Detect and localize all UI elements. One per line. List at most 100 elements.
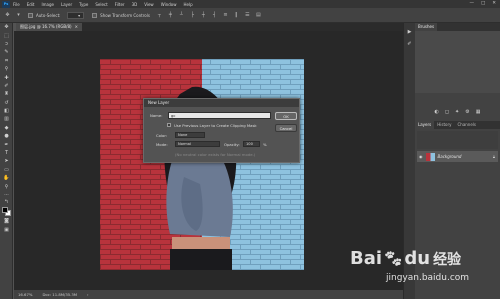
brush-panel-icon[interactable]: ✐ <box>404 41 415 47</box>
menu-filter[interactable]: Filter <box>115 2 125 7</box>
layer-name[interactable]: Background <box>438 154 462 159</box>
opacity-input[interactable]: 100 <box>243 141 260 147</box>
tab-layers[interactable]: Layers <box>415 121 435 129</box>
color-swatches[interactable] <box>0 205 13 217</box>
menu-edit[interactable]: Edit <box>27 2 35 7</box>
document-info: Doc: 11.8M/35.3M <box>42 292 78 297</box>
align-center-icon[interactable]: ┼ <box>200 12 207 18</box>
auto-align-icon[interactable]: ▤ <box>255 12 262 18</box>
menu-image[interactable]: Image <box>41 2 54 7</box>
more-tools-icon[interactable]: ··· <box>0 191 13 199</box>
document-canvas[interactable] <box>100 59 304 270</box>
name-label: Name: <box>150 113 163 118</box>
pen-tool-icon[interactable]: ✒ <box>0 140 13 148</box>
transform-controls-checkbox[interactable] <box>92 12 98 18</box>
fx-icon[interactable]: ⚙ <box>465 109 469 115</box>
distribute-horizontal-icon[interactable]: ‖ <box>233 12 240 18</box>
type-tool-icon[interactable]: T <box>0 149 13 157</box>
cancel-button[interactable]: Cancel <box>275 124 297 132</box>
distribute-icon[interactable]: ≡ <box>222 12 229 18</box>
lasso-tool-icon[interactable]: ↄ <box>0 40 13 48</box>
menu-window[interactable]: Window <box>161 2 177 7</box>
screen-mode-icon[interactable]: ▣ <box>0 226 13 234</box>
dialog-title: New Layer <box>144 99 299 107</box>
foreground-color-swatch[interactable] <box>2 207 8 214</box>
layer-row-background[interactable]: ◉ Background 🔒︎ <box>417 151 498 162</box>
swatch-icon[interactable]: ▦ <box>476 109 481 115</box>
menu-3d[interactable]: 3D <box>132 2 138 7</box>
zoom-level[interactable]: 16.67% <box>18 292 32 297</box>
menu-select[interactable]: Select <box>95 2 107 7</box>
align-bottom-icon[interactable]: ┴ <box>178 12 185 18</box>
eye-icon[interactable]: ◉ <box>419 154 423 159</box>
auto-select-checkbox[interactable] <box>28 12 33 18</box>
eraser-tool-icon[interactable]: ◧ <box>0 107 13 115</box>
minimize-button[interactable]: — <box>469 1 474 6</box>
watermark-url: jingyan.baidu.com <box>386 273 470 283</box>
align-top-icon[interactable]: ┬ <box>156 12 163 18</box>
close-tab-icon[interactable]: × <box>75 23 78 31</box>
maximize-button[interactable]: □ <box>481 1 485 6</box>
hand-tool-icon[interactable]: ✋ <box>0 174 13 182</box>
align-left-icon[interactable]: ├ <box>189 12 196 18</box>
marquee-tool-icon[interactable]: ⬚ <box>0 31 13 39</box>
move-tool-icon[interactable]: ✥ <box>0 23 13 31</box>
auto-select-label: Auto-Select: <box>36 12 61 18</box>
status-bar: 16.67% Doc: 11.8M/35.3M › <box>14 290 403 299</box>
align-middle-icon[interactable]: ╪ <box>167 12 174 18</box>
tab-history[interactable]: History <box>434 121 454 129</box>
blur-tool-icon[interactable]: ◆ <box>0 124 13 132</box>
auto-select-dropdown[interactable]: ▾ <box>66 11 85 19</box>
tools-panel: ✥ ⬚ ↄ ✎ ⌗ ⚲ ✚ ✐ ♜ ↺ ◧ ▥ ◆ ● ✒ T ➤ ▭ ✋ ⚲ … <box>0 23 13 299</box>
play-icon[interactable]: ▶ <box>404 29 415 35</box>
status-arrow-icon[interactable]: › <box>87 292 89 297</box>
align-right-icon[interactable]: ┤ <box>211 12 218 18</box>
menu-bar: Ps File Edit Image Layer Type Select Fil… <box>0 0 500 8</box>
mode-select-value: Normal <box>178 142 192 146</box>
photo-image <box>100 59 304 270</box>
color-select[interactable]: None <box>175 132 205 138</box>
menu-view[interactable]: View <box>144 2 154 7</box>
ok-button[interactable]: OK <box>275 112 297 120</box>
menu-help[interactable]: Help <box>183 2 192 7</box>
stamp-tool-icon[interactable]: ♜ <box>0 90 13 98</box>
adjust-icon[interactable]: ◐ <box>435 109 439 115</box>
shape-tool-icon[interactable]: ▭ <box>0 166 13 174</box>
style-icon[interactable]: ✦ <box>455 109 459 115</box>
layers-controls <box>417 131 498 149</box>
dodge-tool-icon[interactable]: ● <box>0 132 13 140</box>
transform-controls-label: Show Transform Controls <box>100 12 150 18</box>
quick-mask-icon[interactable]: ◙ <box>0 217 13 225</box>
close-button[interactable]: ✕ <box>492 1 496 6</box>
color-select-value: None <box>178 133 188 137</box>
distribute-vertical-icon[interactable]: ☰ <box>244 12 251 18</box>
menu-type[interactable]: Type <box>79 2 88 7</box>
history-brush-icon[interactable]: ↺ <box>0 99 13 107</box>
layers-panel-tabs: Layers History Channels <box>415 121 500 129</box>
neutral-color-hint: (No neutral color exists for Normal mode… <box>175 152 256 157</box>
document-tab[interactable]: 图层.jpg @ 16.7% (RGB/8) × <box>16 23 82 31</box>
options-bar: ✥ ▾ Auto-Select: ▾ Show Transform Contro… <box>0 8 500 23</box>
menu-layer[interactable]: Layer <box>61 2 72 7</box>
path-select-icon[interactable]: ➤ <box>0 157 13 165</box>
tab-brushes[interactable]: Brushes <box>415 23 438 31</box>
quick-select-tool-icon[interactable]: ✎ <box>0 48 13 56</box>
panel-icon-row: ◐ ◻ ✦ ⚙ ▦ <box>415 105 500 119</box>
watermark-cn: 经验 <box>433 251 462 268</box>
mask-icon[interactable]: ◻ <box>445 109 449 115</box>
mode-label: Mode: <box>156 142 168 147</box>
opacity-value: 100 <box>246 142 253 146</box>
healing-brush-icon[interactable]: ✚ <box>0 73 13 81</box>
layer-name-input[interactable]: gc <box>168 112 271 119</box>
gradient-tool-icon[interactable]: ▥ <box>0 115 13 123</box>
zoom-tool-icon[interactable]: ⚲ <box>0 182 13 190</box>
clipping-mask-checkbox[interactable] <box>167 123 171 127</box>
crop-tool-icon[interactable]: ⌗ <box>0 57 13 65</box>
brush-tool-icon[interactable]: ✐ <box>0 82 13 90</box>
mode-select[interactable]: Normal <box>175 141 220 147</box>
tab-channels[interactable]: Channels <box>454 121 479 129</box>
chevron-down-icon[interactable]: ▾ <box>15 12 22 18</box>
eyedropper-tool-icon[interactable]: ⚲ <box>0 65 13 73</box>
menu-file[interactable]: File <box>13 2 20 7</box>
move-tool-icon[interactable]: ✥ <box>4 12 11 18</box>
